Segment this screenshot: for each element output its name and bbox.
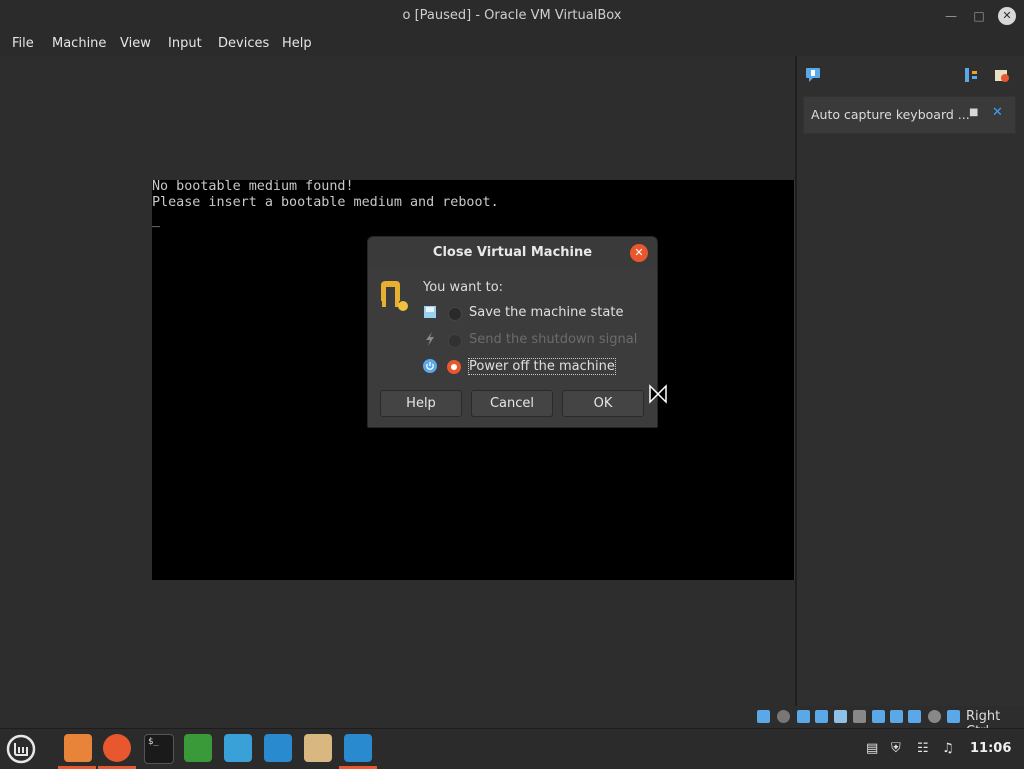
pin-icon[interactable]: ■ — [969, 107, 978, 118]
close-vm-dialog: Close Virtual Machine ✕ You want to: Sav… — [367, 236, 658, 428]
message-icon[interactable] — [805, 67, 821, 83]
mouse-pointer-icon — [649, 384, 667, 404]
shared-folder-icon[interactable] — [853, 710, 866, 723]
shutdown-signal-radio — [448, 334, 462, 348]
window-titlebar: o [Paused] - Oracle VM VirtualBox — □ ✕ — [0, 0, 1024, 32]
virtualbox-app-icon[interactable] — [344, 734, 372, 762]
clear-notifications-icon[interactable] — [994, 67, 1010, 83]
shutdown-signal-label: Send the shutdown signal — [469, 332, 638, 347]
vm-cursor: _ — [152, 213, 161, 228]
help-button[interactable]: Help — [380, 390, 462, 417]
shutdown-signal-icon — [426, 332, 434, 346]
menubar: File Machine View Input Devices Help — [0, 32, 1024, 56]
menu-view[interactable]: View — [120, 36, 151, 51]
notification-text: Auto capture keyboard ... — [811, 107, 970, 122]
network-tray-icon[interactable]: ☷ — [917, 741, 929, 756]
menu-devices[interactable]: Devices — [218, 36, 269, 51]
minimize-icon[interactable]: — — [942, 7, 960, 25]
clock[interactable]: 11:06 — [970, 741, 1011, 756]
statusbar: Right Ctrl — [0, 706, 1024, 739]
archive-app-icon[interactable] — [304, 734, 332, 762]
dialog-title: Close Virtual Machine — [432, 245, 593, 260]
usb-icon[interactable] — [834, 710, 847, 723]
display-icon[interactable] — [872, 710, 885, 723]
recording-icon[interactable] — [890, 710, 903, 723]
save-state-label[interactable]: Save the machine state — [469, 305, 623, 320]
vm-message-line-2: Please insert a bootable medium and rebo… — [152, 195, 499, 210]
volume-icon[interactable]: ♫ — [942, 741, 954, 756]
optical-drive-icon[interactable] — [777, 710, 790, 723]
virtualization-icon[interactable] — [908, 710, 921, 723]
power-off-icon — [423, 359, 437, 373]
menu-file[interactable]: File — [12, 36, 34, 51]
mouse-integration-icon[interactable] — [928, 710, 941, 723]
notification-center — [795, 56, 1024, 706]
clipboard-icon[interactable]: ▤ — [866, 741, 878, 756]
close-window-icon[interactable]: ✕ — [998, 7, 1016, 25]
files-app-icon[interactable] — [64, 734, 92, 762]
dolphin-app-icon[interactable] — [224, 734, 252, 762]
monitor-app-icon[interactable] — [264, 734, 292, 762]
vm-message-line-1: No bootable medium found! — [152, 179, 354, 194]
mint-menu-icon[interactable] — [6, 734, 36, 764]
sort-icon[interactable] — [963, 67, 979, 83]
menu-machine[interactable]: Machine — [52, 36, 106, 51]
save-state-radio[interactable] — [448, 307, 462, 321]
dialog-prompt: You want to: — [423, 280, 504, 295]
window-title: o [Paused] - Oracle VM VirtualBox — [402, 8, 622, 23]
notification-auto-capture[interactable]: Auto capture keyboard ... ■ ✕ — [803, 96, 1016, 134]
shield-app-icon[interactable] — [184, 734, 212, 762]
power-off-label[interactable]: Power off the machine — [468, 358, 616, 375]
power-plug-icon — [381, 281, 408, 311]
taskbar: $_ ▤ ⛨ ☷ ♫ 11:06 — [0, 728, 1024, 769]
save-state-icon — [424, 306, 436, 318]
terminal-app-icon[interactable]: $_ — [144, 734, 174, 764]
power-off-radio[interactable] — [447, 360, 461, 374]
security-icon[interactable]: ⛨ — [891, 741, 901, 756]
keyboard-capture-icon[interactable] — [947, 710, 960, 723]
network-icon[interactable] — [815, 710, 828, 723]
firefox-app-icon[interactable] — [103, 734, 131, 762]
hard-disk-icon[interactable] — [757, 710, 770, 723]
audio-icon[interactable] — [797, 710, 810, 723]
dismiss-notification-icon[interactable]: ✕ — [992, 105, 1003, 120]
maximize-icon[interactable]: □ — [970, 7, 988, 25]
cancel-button[interactable]: Cancel — [471, 390, 553, 417]
dialog-close-icon[interactable]: ✕ — [630, 244, 648, 262]
ok-button[interactable]: OK — [562, 390, 644, 417]
menu-input[interactable]: Input — [168, 36, 202, 51]
menu-help[interactable]: Help — [282, 36, 312, 51]
